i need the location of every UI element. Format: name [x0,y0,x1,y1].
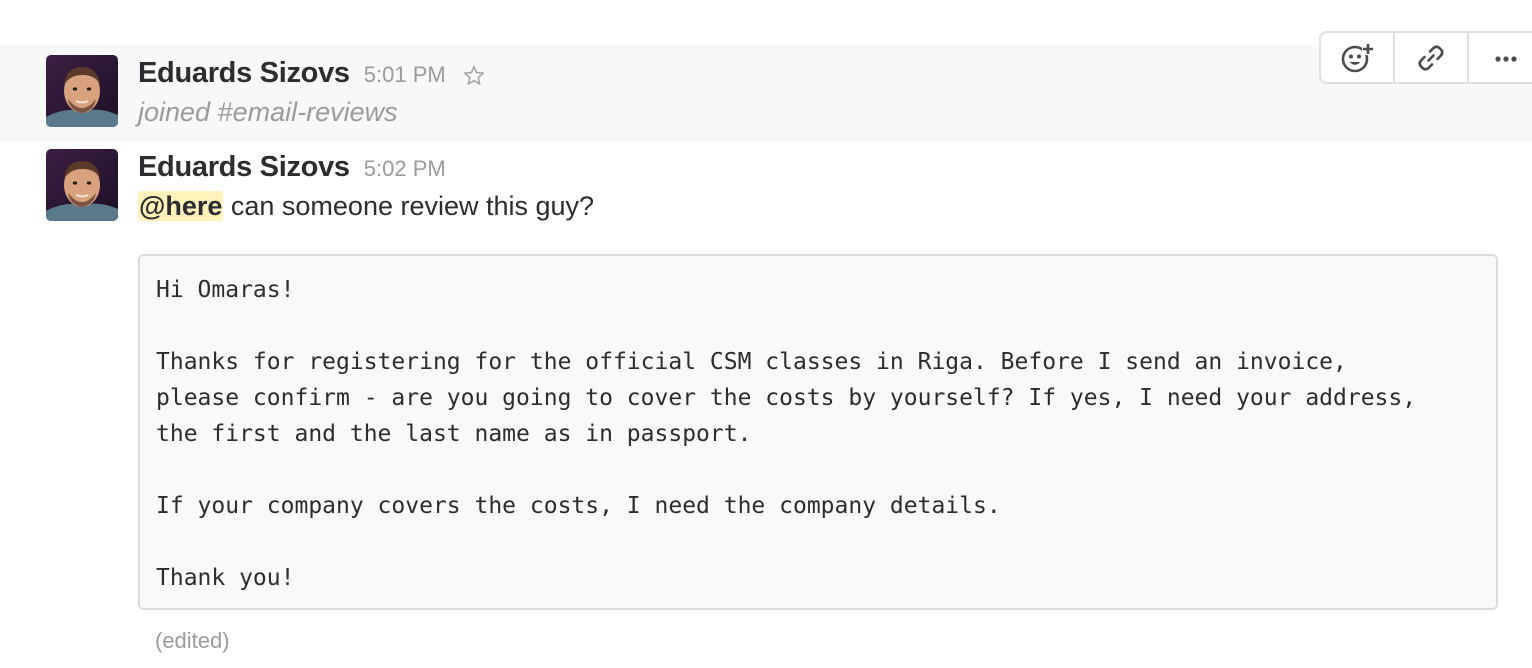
copy-link-button[interactable] [1395,33,1469,82]
more-actions-button[interactable] [1469,33,1532,82]
avatar-image [46,55,118,127]
message-pane: Eduards Sizovs 5:01 PM joined #email-rev… [0,0,1532,668]
add-reaction-icon [1341,42,1374,72]
message-header: Eduards Sizovs 5:01 PM [138,57,486,90]
message-actions-toolbar [1319,31,1532,84]
star-icon[interactable] [462,64,486,88]
message-body: @here can someone review this guy? [138,191,594,222]
message-item[interactable]: Eduards Sizovs 5:01 PM joined #email-rev… [0,45,1532,141]
avatar[interactable] [46,55,118,127]
edited-label: (edited) [155,628,230,653]
add-reaction-button[interactable] [1321,33,1395,82]
avatar[interactable] [46,149,118,221]
code-block: Hi Omaras! Thanks for registering for th… [138,254,1498,610]
message-item[interactable]: Eduards Sizovs 5:02 PM @here can someone… [0,141,1532,668]
message-header: Eduards Sizovs 5:02 PM [138,151,446,184]
sender-name[interactable]: Eduards Sizovs [138,151,350,184]
more-actions-icon [1495,55,1517,62]
message-timestamp[interactable]: 5:01 PM [364,62,446,88]
sender-name[interactable]: Eduards Sizovs [138,57,350,90]
system-message-text: joined #email-reviews [138,97,398,127]
message-timestamp[interactable]: 5:02 PM [364,156,446,182]
link-icon [1418,44,1444,71]
message-text: can someone review this guy? [223,191,595,221]
here-mention[interactable]: @here [138,191,224,221]
avatar-image [46,149,118,221]
